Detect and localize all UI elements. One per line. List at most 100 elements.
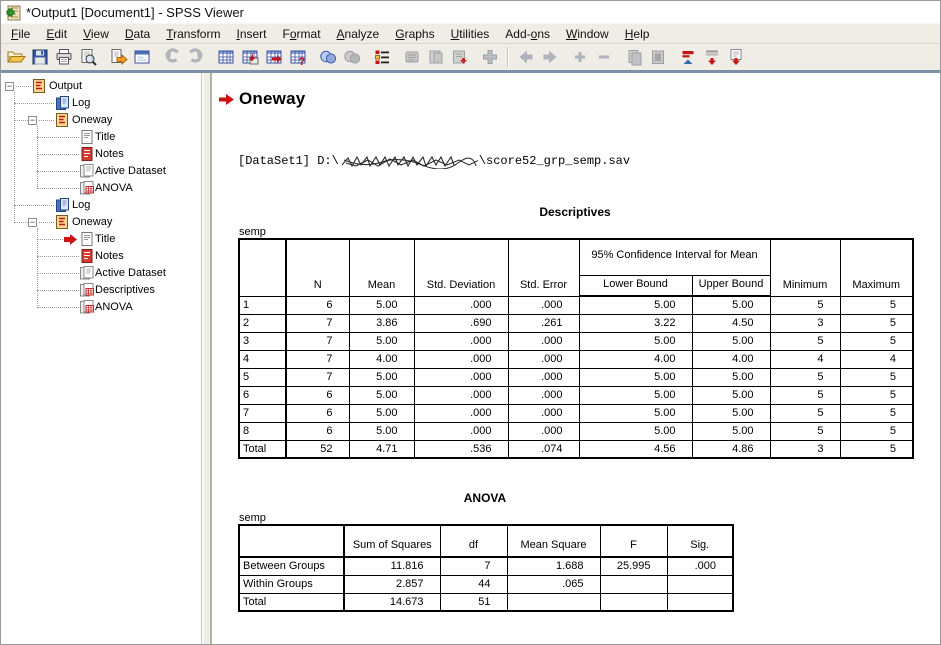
descriptives-header: Upper Bound bbox=[692, 275, 770, 296]
value-cell: 5.00 bbox=[579, 368, 692, 386]
anova-table-caption: semp bbox=[239, 512, 940, 524]
promote-output-icon[interactable] bbox=[676, 46, 700, 69]
goto-data-icon[interactable] bbox=[238, 46, 262, 69]
variables-icon[interactable]: ? bbox=[286, 46, 310, 69]
descriptives-row: Total524.71.536.0744.564.8635 bbox=[239, 440, 913, 458]
tree-item-label: ANOVA bbox=[95, 182, 133, 194]
descriptives-header: N bbox=[286, 239, 349, 296]
undo-icon bbox=[160, 46, 184, 69]
tree-item-label: Title bbox=[95, 233, 115, 245]
menu-edit[interactable]: Edit bbox=[38, 25, 75, 43]
row-label-cell: 3 bbox=[239, 332, 286, 350]
tree-item-oneway[interactable]: −Oneway bbox=[1, 214, 201, 231]
value-cell: 2.857 bbox=[344, 575, 440, 593]
menu-analyze[interactable]: Analyze bbox=[329, 25, 388, 43]
insert-text-icon[interactable] bbox=[724, 46, 748, 69]
value-cell: 3.86 bbox=[349, 314, 414, 332]
value-cell: .261 bbox=[508, 314, 579, 332]
tree-item-title-current[interactable]: Title bbox=[1, 231, 201, 248]
panel-splitter[interactable] bbox=[202, 73, 212, 644]
value-cell: 5.00 bbox=[579, 386, 692, 404]
descriptives-header: Minimum bbox=[770, 239, 840, 296]
value-cell: 44 bbox=[440, 575, 507, 593]
value-cell: .000 bbox=[414, 296, 508, 314]
menu-file[interactable]: File bbox=[3, 25, 38, 43]
section-title: Oneway bbox=[239, 89, 305, 109]
insert-heading-icon[interactable] bbox=[700, 46, 724, 69]
tree-item-log[interactable]: Log bbox=[1, 95, 201, 112]
value-cell: 7 bbox=[286, 314, 349, 332]
tree-item-notes[interactable]: Notes bbox=[1, 146, 201, 163]
tree-item-anova[interactable]: ANOVA bbox=[1, 180, 201, 197]
dataset-icon bbox=[79, 163, 95, 179]
tree-item-title[interactable]: Title bbox=[1, 129, 201, 146]
value-cell: 5.00 bbox=[349, 404, 414, 422]
tree-item-label: Log bbox=[72, 199, 90, 211]
descriptives-row: 165.00.000.0005.005.0055 bbox=[239, 296, 913, 314]
menu-insert[interactable]: Insert bbox=[228, 25, 274, 43]
tree-item-label: Log bbox=[72, 97, 90, 109]
tree-item-log[interactable]: Log bbox=[1, 197, 201, 214]
tree-expander-minus[interactable]: − bbox=[28, 116, 37, 125]
value-cell: 5.00 bbox=[692, 296, 770, 314]
oneway-icon bbox=[54, 112, 70, 128]
row-label-cell: 7 bbox=[239, 404, 286, 422]
tree-guide-line bbox=[14, 92, 15, 223]
anova-header: Sum of Squares bbox=[344, 525, 440, 557]
print-preview-icon[interactable] bbox=[76, 46, 100, 69]
value-cell: 5 bbox=[770, 422, 840, 440]
value-cell: .000 bbox=[414, 332, 508, 350]
descriptives-header-blank bbox=[239, 239, 286, 296]
menu-graphs[interactable]: Graphs bbox=[387, 25, 442, 43]
value-cell: 5 bbox=[770, 296, 840, 314]
value-cell: 6 bbox=[286, 422, 349, 440]
tree-item-output[interactable]: −Output bbox=[1, 78, 201, 95]
menu-view[interactable]: View bbox=[75, 25, 117, 43]
output-content-panel[interactable]: Oneway [DataSet1] D:\ \score52_grp_semp.… bbox=[212, 73, 940, 644]
menu-transform[interactable]: Transform bbox=[158, 25, 228, 43]
export-output-icon[interactable] bbox=[106, 46, 130, 69]
value-cell: .000 bbox=[414, 368, 508, 386]
dataset-icon bbox=[79, 265, 95, 281]
find-icon[interactable] bbox=[316, 46, 340, 69]
value-cell: 25.995 bbox=[600, 557, 667, 575]
tree-item-active-dataset[interactable]: Active Dataset bbox=[1, 163, 201, 180]
move-output-icon bbox=[478, 46, 502, 69]
menu-utilities[interactable]: Utilities bbox=[443, 25, 498, 43]
tree-expander-minus[interactable]: − bbox=[5, 82, 14, 91]
print-icon[interactable] bbox=[52, 46, 76, 69]
menu-data[interactable]: Data bbox=[117, 25, 158, 43]
svg-text:?: ? bbox=[299, 56, 306, 67]
value-cell: .000 bbox=[508, 350, 579, 368]
tree-item-descriptives[interactable]: Descriptives bbox=[1, 282, 201, 299]
value-cell: 51 bbox=[440, 593, 507, 611]
tree-item-label: Notes bbox=[95, 148, 124, 160]
variables-list-icon[interactable] bbox=[370, 46, 394, 69]
tree-expander-minus[interactable]: − bbox=[28, 218, 37, 227]
menu-help[interactable]: Help bbox=[617, 25, 658, 43]
open-file-icon[interactable] bbox=[4, 46, 28, 69]
menu-format[interactable]: Format bbox=[275, 25, 329, 43]
table-icon bbox=[79, 180, 95, 196]
goto-case-icon[interactable] bbox=[262, 46, 286, 69]
data-editor-icon[interactable] bbox=[214, 46, 238, 69]
menu-window[interactable]: Window bbox=[558, 25, 617, 43]
row-label-cell: 1 bbox=[239, 296, 286, 314]
value-cell: 4.00 bbox=[579, 350, 692, 368]
value-cell: 4 bbox=[840, 350, 913, 368]
save-file-icon[interactable] bbox=[28, 46, 52, 69]
value-cell: 5 bbox=[770, 386, 840, 404]
toolbar: ? bbox=[1, 44, 940, 70]
value-cell: .000 bbox=[508, 332, 579, 350]
menu-addons[interactable]: Add-ons bbox=[497, 25, 558, 43]
redo-icon bbox=[184, 46, 208, 69]
tree-item-oneway[interactable]: −Oneway bbox=[1, 112, 201, 129]
row-label-cell: Within Groups bbox=[239, 575, 344, 593]
tree-item-anova[interactable]: ANOVA bbox=[1, 299, 201, 316]
value-cell: 5.00 bbox=[349, 368, 414, 386]
tree-item-active-dataset[interactable]: Active Dataset bbox=[1, 265, 201, 282]
row-label-cell: 8 bbox=[239, 422, 286, 440]
tree-item-notes[interactable]: Notes bbox=[1, 248, 201, 265]
current-item-arrow-icon bbox=[219, 93, 234, 106]
recall-dialogs-icon[interactable] bbox=[130, 46, 154, 69]
